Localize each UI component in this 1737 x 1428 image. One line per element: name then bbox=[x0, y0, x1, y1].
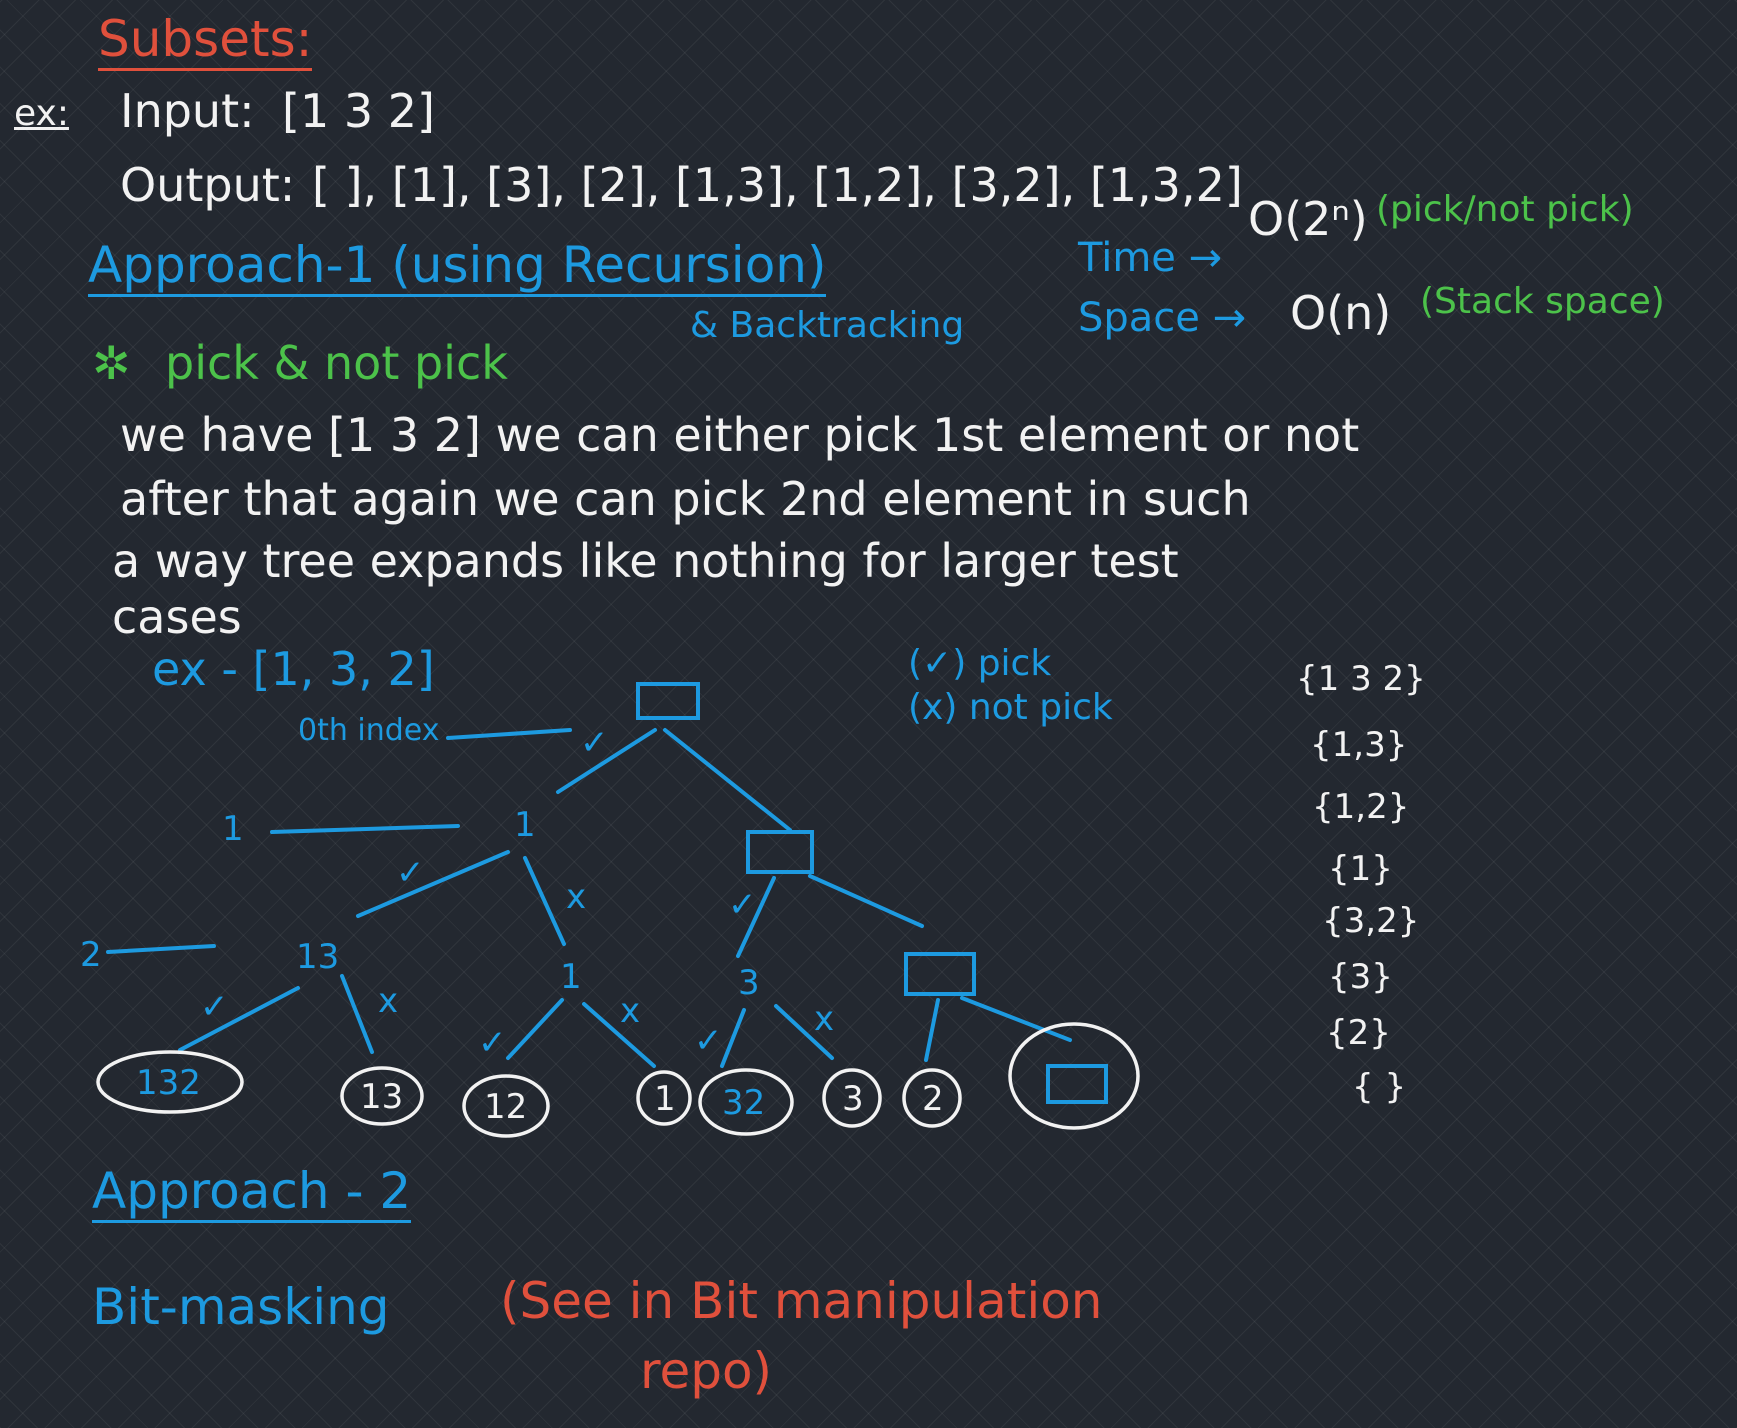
pick-mark: ✓ bbox=[728, 885, 757, 925]
level-index-2: 2 bbox=[80, 935, 102, 975]
approach2-method: Bit-masking bbox=[92, 1278, 390, 1336]
node-label-1b: 1 bbox=[560, 957, 582, 997]
approach2-note: (See in Bit manipulation bbox=[500, 1272, 1103, 1330]
leaf-label-32: 32 bbox=[722, 1083, 766, 1123]
not-pick-mark: x bbox=[566, 877, 587, 917]
approach2-title: Approach - 2 bbox=[92, 1166, 412, 1223]
not-pick-mark: x bbox=[378, 981, 399, 1021]
level-index-1: 1 bbox=[222, 809, 244, 849]
result-item: {1,2} bbox=[1312, 787, 1410, 827]
node-label-3: 3 bbox=[738, 963, 760, 1003]
pick-mark: ✓ bbox=[396, 853, 425, 893]
not-pick-mark: x bbox=[620, 991, 641, 1031]
leaf-label-3: 3 bbox=[842, 1079, 864, 1119]
root-node-box bbox=[636, 682, 700, 720]
node-label-13: 13 bbox=[296, 937, 340, 977]
leaf-circle-empty bbox=[1008, 1022, 1140, 1130]
leaf-label-13: 13 bbox=[360, 1077, 404, 1117]
result-item: {2} bbox=[1326, 1013, 1391, 1053]
leaf-label-1: 1 bbox=[654, 1079, 676, 1119]
result-item: {1} bbox=[1328, 849, 1393, 889]
not-pick-mark: x bbox=[814, 999, 835, 1039]
leaf-label-2: 2 bbox=[922, 1079, 944, 1119]
node-label-1: 1 bbox=[514, 805, 536, 845]
result-item: {1 3 2} bbox=[1296, 659, 1426, 699]
pick-mark: ✓ bbox=[200, 987, 229, 1027]
pick-mark: ✓ bbox=[478, 1023, 507, 1063]
right-node-box bbox=[746, 830, 814, 874]
pick-mark: ✓ bbox=[580, 723, 609, 763]
pick-mark: ✓ bbox=[694, 1021, 723, 1061]
leaf-label-12: 12 bbox=[484, 1087, 528, 1127]
approach2-note-repo: repo) bbox=[640, 1342, 773, 1400]
leaf-label-132: 132 bbox=[136, 1063, 201, 1103]
empty-subset-box bbox=[1046, 1064, 1108, 1104]
result-item: {3} bbox=[1328, 957, 1393, 997]
result-item: { } bbox=[1352, 1067, 1407, 1107]
right-right-node-box bbox=[904, 952, 976, 996]
result-item: {3,2} bbox=[1322, 901, 1420, 941]
result-item: {1,3} bbox=[1310, 725, 1408, 765]
